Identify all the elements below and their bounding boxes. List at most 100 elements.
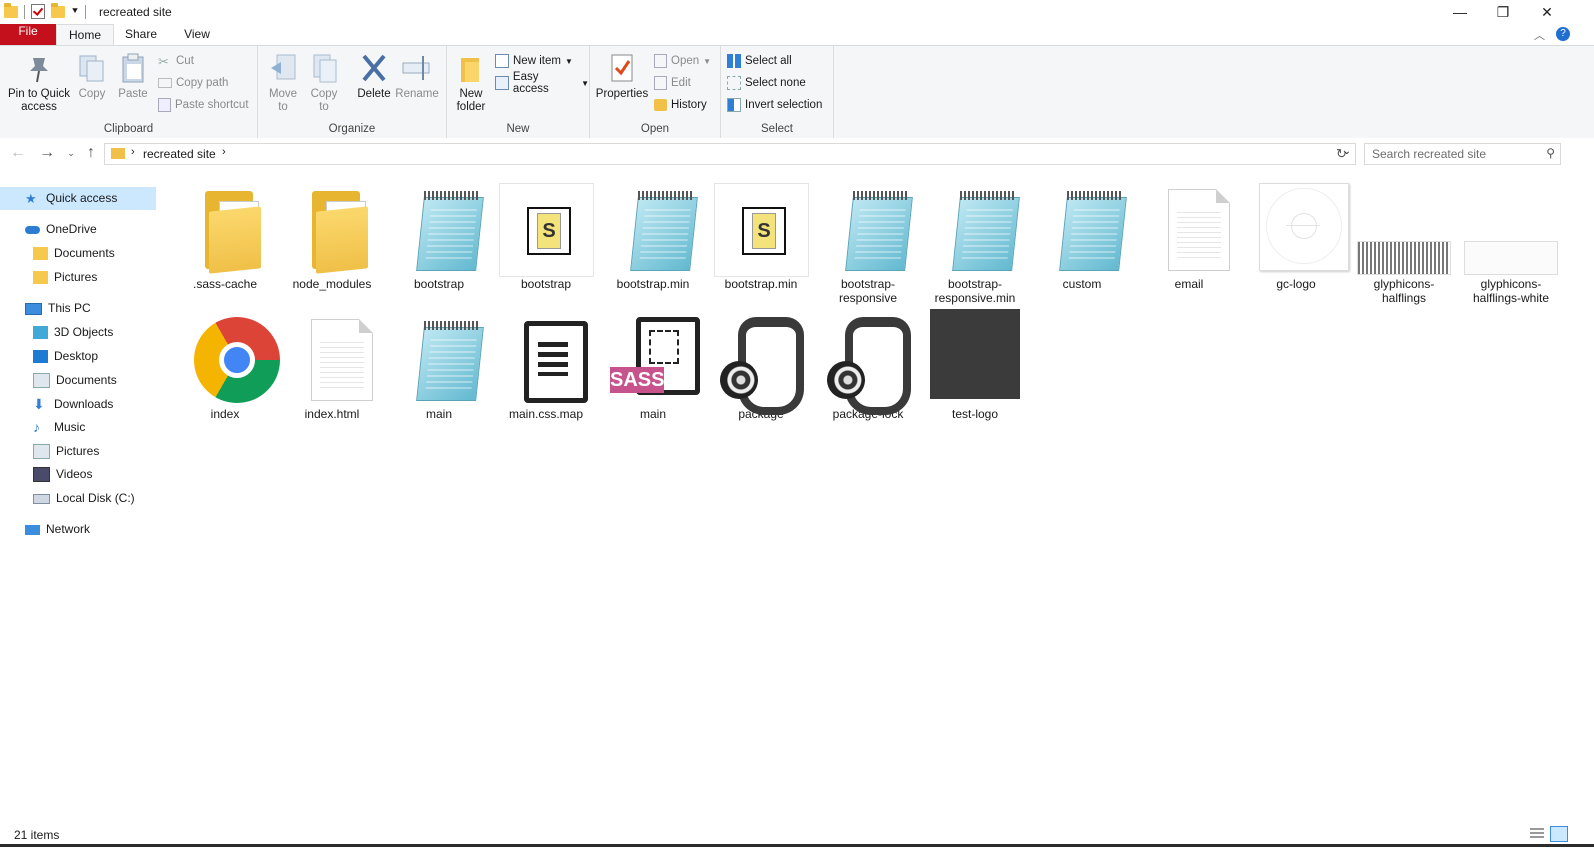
address-box[interactable]: › recreated site › ⌄: [104, 143, 1356, 165]
nav-label: Pictures: [56, 444, 100, 458]
file-item[interactable]: package: [708, 309, 814, 421]
breadcrumb-current[interactable]: recreated site: [143, 147, 216, 161]
customize-toolbar-icon[interactable]: ⯆: [71, 6, 79, 17]
file-item[interactable]: index: [172, 309, 280, 421]
title-bar: ⯆ recreated site — ❐ ✕: [0, 0, 1594, 24]
collapse-ribbon-icon[interactable]: ︿: [1534, 27, 1545, 43]
back-arrow-icon[interactable]: ←: [8, 144, 28, 162]
file-item[interactable]: glyphicons-halflings-white: [1458, 179, 1564, 305]
select-all-icon: [727, 54, 741, 68]
tab-share[interactable]: Share: [116, 24, 166, 45]
search-input[interactable]: Search recreated site ⚲: [1364, 143, 1561, 165]
nav-music[interactable]: ♪ Music: [33, 416, 85, 439]
file-item[interactable]: bootstrap.min: [600, 179, 706, 291]
easy-access-button[interactable]: Easy access ▼: [495, 71, 589, 95]
close-button[interactable]: ✕: [1524, 0, 1570, 24]
details-view-icon[interactable]: [1530, 828, 1544, 840]
nav-onedrive-documents[interactable]: Documents: [33, 242, 115, 265]
select-all-button[interactable]: Select all: [727, 52, 792, 70]
breadcrumb-chevron-icon[interactable]: ›: [222, 146, 226, 158]
file-item[interactable]: S bootstrap: [493, 179, 599, 291]
copy-to-button[interactable]: Copy to: [306, 52, 342, 114]
move-to-button[interactable]: Move to: [264, 52, 302, 114]
file-item[interactable]: email: [1136, 179, 1242, 291]
nav-label: Documents: [56, 373, 117, 387]
file-item[interactable]: test-logo: [922, 309, 1028, 421]
nav-documents[interactable]: Documents: [33, 369, 117, 392]
nav-local-disk[interactable]: Local Disk (C:): [33, 487, 135, 510]
history-icon: [654, 99, 667, 111]
nav-network[interactable]: Network: [25, 518, 90, 541]
new-folder-button[interactable]: New folder: [453, 52, 489, 114]
tab-home[interactable]: Home: [56, 24, 114, 46]
nav-videos[interactable]: Videos: [33, 463, 92, 486]
nav-onedrive[interactable]: OneDrive: [25, 218, 97, 241]
file-item[interactable]: bootstrap-responsive: [815, 179, 921, 305]
maximize-button[interactable]: ❐: [1480, 0, 1526, 24]
tab-view[interactable]: View: [172, 24, 222, 45]
history-button[interactable]: History: [654, 96, 707, 114]
cut-button[interactable]: ✂ Cut: [158, 52, 194, 70]
new-group: New folder New item ▼ Easy access ▼ New: [447, 46, 590, 138]
rename-button[interactable]: Rename: [394, 52, 440, 101]
file-item[interactable]: SASS main: [600, 309, 706, 421]
cut-label: Cut: [176, 55, 194, 67]
file-item[interactable]: package-lock: [815, 309, 921, 421]
refresh-icon[interactable]: ↻: [1336, 146, 1347, 162]
file-item[interactable]: gc-logo: [1243, 179, 1349, 291]
file-item[interactable]: index.html: [279, 309, 385, 421]
file-item[interactable]: custom: [1029, 179, 1135, 291]
file-item[interactable]: main: [386, 309, 492, 421]
nav-desktop[interactable]: Desktop: [33, 345, 98, 368]
file-item[interactable]: main.css.map: [493, 309, 599, 421]
new-item-button[interactable]: New item ▼: [495, 52, 573, 70]
nav-downloads[interactable]: ⬇ Downloads: [33, 393, 113, 416]
new-folder-label: New folder: [456, 88, 486, 113]
nav-label: Network: [46, 522, 91, 536]
film-icon: [33, 467, 50, 482]
new-folder-icon[interactable]: [51, 2, 65, 18]
file-item[interactable]: S bootstrap.min: [708, 179, 814, 291]
paste-button[interactable]: Paste: [114, 52, 152, 101]
invert-selection-button[interactable]: Invert selection: [727, 96, 822, 114]
copy-path-button[interactable]: Copy path: [158, 74, 228, 92]
file-item[interactable]: bootstrap: [386, 179, 492, 291]
nav-3d-objects[interactable]: 3D Objects: [33, 321, 113, 344]
help-icon[interactable]: ?: [1556, 27, 1570, 41]
file-item[interactable]: bootstrap-responsive.min: [922, 179, 1028, 305]
select-none-button[interactable]: Select none: [727, 74, 806, 92]
copy-button[interactable]: Copy: [74, 52, 110, 101]
forward-arrow-icon[interactable]: →: [37, 144, 57, 162]
up-arrow-icon[interactable]: ↑: [81, 144, 101, 162]
paste-shortcut-button[interactable]: Paste shortcut: [158, 96, 249, 114]
nav-onedrive-pictures[interactable]: Pictures: [33, 266, 97, 289]
file-item[interactable]: node_modules: [279, 179, 385, 291]
properties-icon[interactable]: [31, 4, 45, 19]
nav-this-pc[interactable]: This PC: [25, 297, 91, 320]
large-icons-view-icon[interactable]: [1550, 826, 1568, 842]
script-icon: S: [493, 179, 599, 277]
item-count: 21 items: [14, 828, 60, 842]
properties-button[interactable]: Properties: [594, 52, 650, 101]
pin-to-quick-access-button[interactable]: Pin to Quick access: [4, 52, 74, 114]
navigation-pane: ★ Quick access OneDrive Documents Pictur…: [0, 180, 158, 820]
nav-quick-access[interactable]: ★ Quick access: [0, 187, 156, 210]
nav-label: Downloads: [54, 397, 114, 411]
easy-access-label: Easy access: [512, 71, 549, 95]
minimize-button[interactable]: —: [1437, 0, 1483, 24]
window-title: recreated site: [99, 5, 172, 19]
nav-pictures[interactable]: Pictures: [33, 440, 99, 463]
recent-locations-chevron-icon[interactable]: ⌄: [61, 144, 81, 162]
delete-button[interactable]: Delete: [352, 52, 396, 101]
file-item[interactable]: .sass-cache: [172, 179, 278, 291]
tab-file[interactable]: File: [0, 24, 56, 45]
open-button[interactable]: Open ▼: [654, 52, 711, 70]
copy-to-label: Copy to: [310, 88, 338, 113]
file-name: node_modules: [292, 277, 372, 291]
select-none-icon: [727, 76, 741, 90]
paste-shortcut-label: Paste shortcut: [175, 99, 249, 111]
file-item[interactable]: glyphicons-halflings: [1351, 179, 1457, 305]
edit-button[interactable]: Edit: [654, 74, 691, 92]
status-bar: 21 items: [0, 826, 1594, 844]
paste-label: Paste: [118, 88, 148, 100]
